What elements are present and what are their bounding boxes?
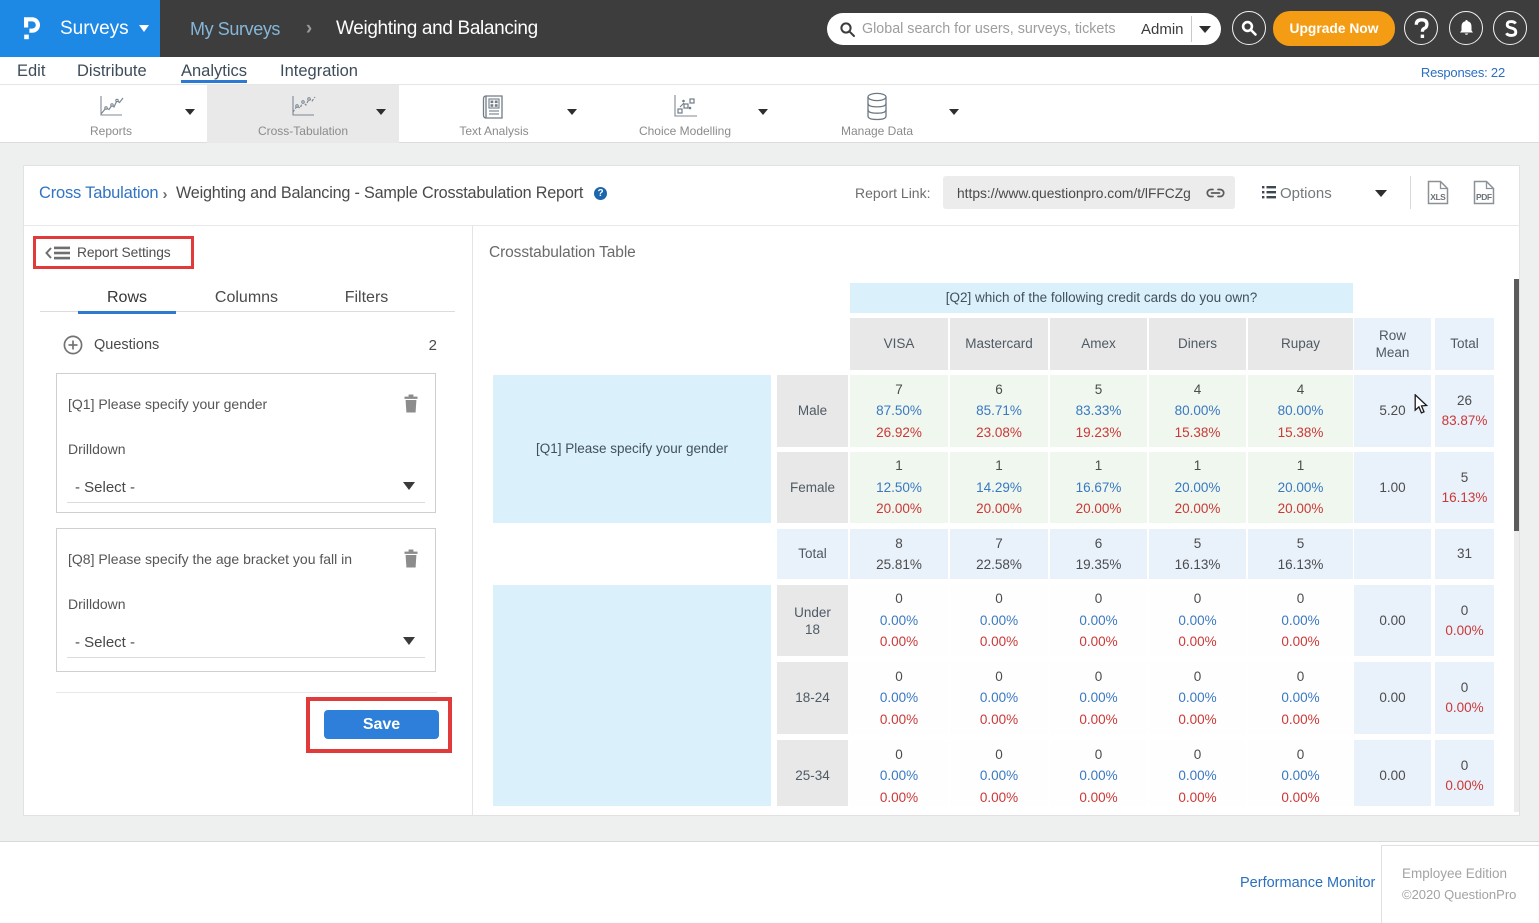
svg-text:XLS: XLS [1430, 192, 1446, 202]
svg-text:PDF: PDF [1476, 192, 1492, 202]
